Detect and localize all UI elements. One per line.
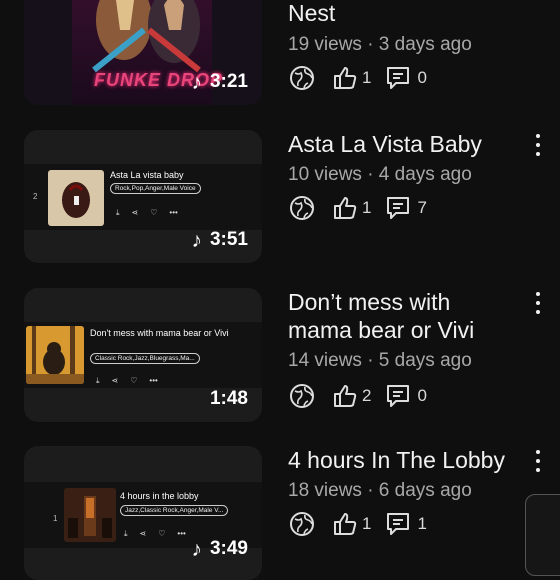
duration-text: 3:51 [209, 229, 248, 250]
comment-icon[interactable] [385, 383, 411, 409]
comment-count: 0 [417, 386, 427, 405]
duration-text: 3:49 [209, 538, 248, 559]
more-vert-icon[interactable] [532, 292, 544, 314]
card-album-art [48, 170, 104, 226]
share-icon: ⋖ [139, 529, 147, 538]
heart-icon: ♡ [130, 376, 138, 385]
card-tags: Jazz,Classic Rock,Anger,Male V... [120, 505, 229, 516]
comment-icon[interactable] [385, 65, 411, 91]
globe-icon [288, 382, 316, 410]
card-title: Asta La vista baby [110, 170, 184, 180]
duration-badge: ♪ 3:51 [191, 229, 248, 251]
card-actions: ⤓ ⋖ ♡ ••• [124, 529, 186, 539]
comment-icon[interactable] [385, 195, 411, 221]
comment-icon[interactable] [385, 511, 411, 537]
download-icon: ⤓ [116, 208, 120, 217]
video-stats: 1 0 [288, 64, 427, 92]
duration-badge: 1:48 [210, 388, 248, 410]
comment-count: 7 [417, 198, 427, 217]
duration-text: 3:21 [209, 71, 248, 92]
video-meta: 10 views · 4 days ago [288, 164, 472, 185]
music-note-icon: ♪ [191, 70, 202, 94]
comment-count: 1 [417, 514, 427, 533]
video-thumbnail[interactable]: FUNKE DROP ♪ 3:21 [24, 0, 262, 105]
video-stats: 1 7 [288, 194, 427, 222]
like-count: 2 [362, 386, 372, 405]
card-actions: ⤓ ⋖ ♡ ••• [96, 376, 158, 386]
card-album-art [26, 326, 84, 384]
video-meta: 14 views · 5 days ago [288, 350, 472, 371]
floating-overlay-chip[interactable] [525, 494, 560, 576]
video-thumbnail[interactable]: 2 Asta La vista baby Rock,Pop,Anger,Male… [24, 130, 262, 263]
card-tags: Rock,Pop,Anger,Male Voice [110, 183, 201, 194]
more-horiz-icon: ••• [149, 376, 158, 385]
share-icon: ⋖ [131, 208, 139, 217]
duration-badge: ♪ 3:49 [191, 538, 248, 560]
thumbs-up-icon[interactable] [332, 65, 358, 91]
comment-count: 0 [417, 68, 427, 87]
like-count: 1 [362, 68, 372, 87]
like-count: 1 [362, 198, 372, 217]
video-stats: 1 1 [288, 510, 427, 538]
video-title[interactable]: 4 hours In The Lobby [288, 446, 518, 474]
card-album-art [64, 488, 116, 542]
video-title[interactable]: Nest [288, 0, 518, 27]
card-tags: Classic Rock,Jazz,Bluegrass,Ma... [90, 353, 200, 364]
video-thumbnail[interactable]: Don't mess with mama bear or Vivi Classi… [24, 288, 262, 422]
card-title: Don't mess with mama bear or Vivi [90, 328, 229, 338]
heart-icon: ♡ [150, 208, 158, 217]
globe-icon [288, 510, 316, 538]
song-card-preview: Don't mess with mama bear or Vivi Classi… [24, 322, 262, 388]
music-note-icon: ♪ [191, 537, 202, 561]
card-actions: ⤓ ⋖ ♡ ••• [116, 208, 178, 218]
globe-icon [288, 194, 316, 222]
track-number: 1 [53, 514, 58, 523]
heart-icon: ♡ [158, 529, 166, 538]
thumbs-up-icon[interactable] [332, 511, 358, 537]
download-icon: ⤓ [96, 376, 100, 385]
thumbs-up-icon[interactable] [332, 195, 358, 221]
music-note-icon: ♪ [191, 228, 202, 252]
card-title: 4 hours in the lobby [120, 491, 199, 501]
video-stats: 2 0 [288, 382, 427, 410]
song-card-preview: 2 Asta La vista baby Rock,Pop,Anger,Male… [24, 164, 262, 230]
like-count: 1 [362, 514, 372, 533]
thumbs-up-icon[interactable] [332, 383, 358, 409]
globe-icon [288, 64, 316, 92]
video-title[interactable]: Don’t mess with mama bear or Vivi [288, 288, 518, 344]
video-meta: 19 views · 3 days ago [288, 34, 472, 55]
more-horiz-icon: ••• [177, 529, 186, 538]
track-number: 2 [33, 192, 38, 201]
duration-text: 1:48 [209, 388, 248, 409]
download-icon: ⤓ [124, 529, 128, 538]
more-vert-icon[interactable] [532, 134, 544, 156]
more-vert-icon[interactable] [532, 450, 544, 472]
more-horiz-icon: ••• [169, 208, 178, 217]
video-meta: 18 views · 6 days ago [288, 480, 472, 501]
share-icon: ⋖ [111, 376, 119, 385]
duration-badge: ♪ 3:21 [191, 71, 248, 93]
video-title[interactable]: Asta La Vista Baby [288, 130, 518, 158]
